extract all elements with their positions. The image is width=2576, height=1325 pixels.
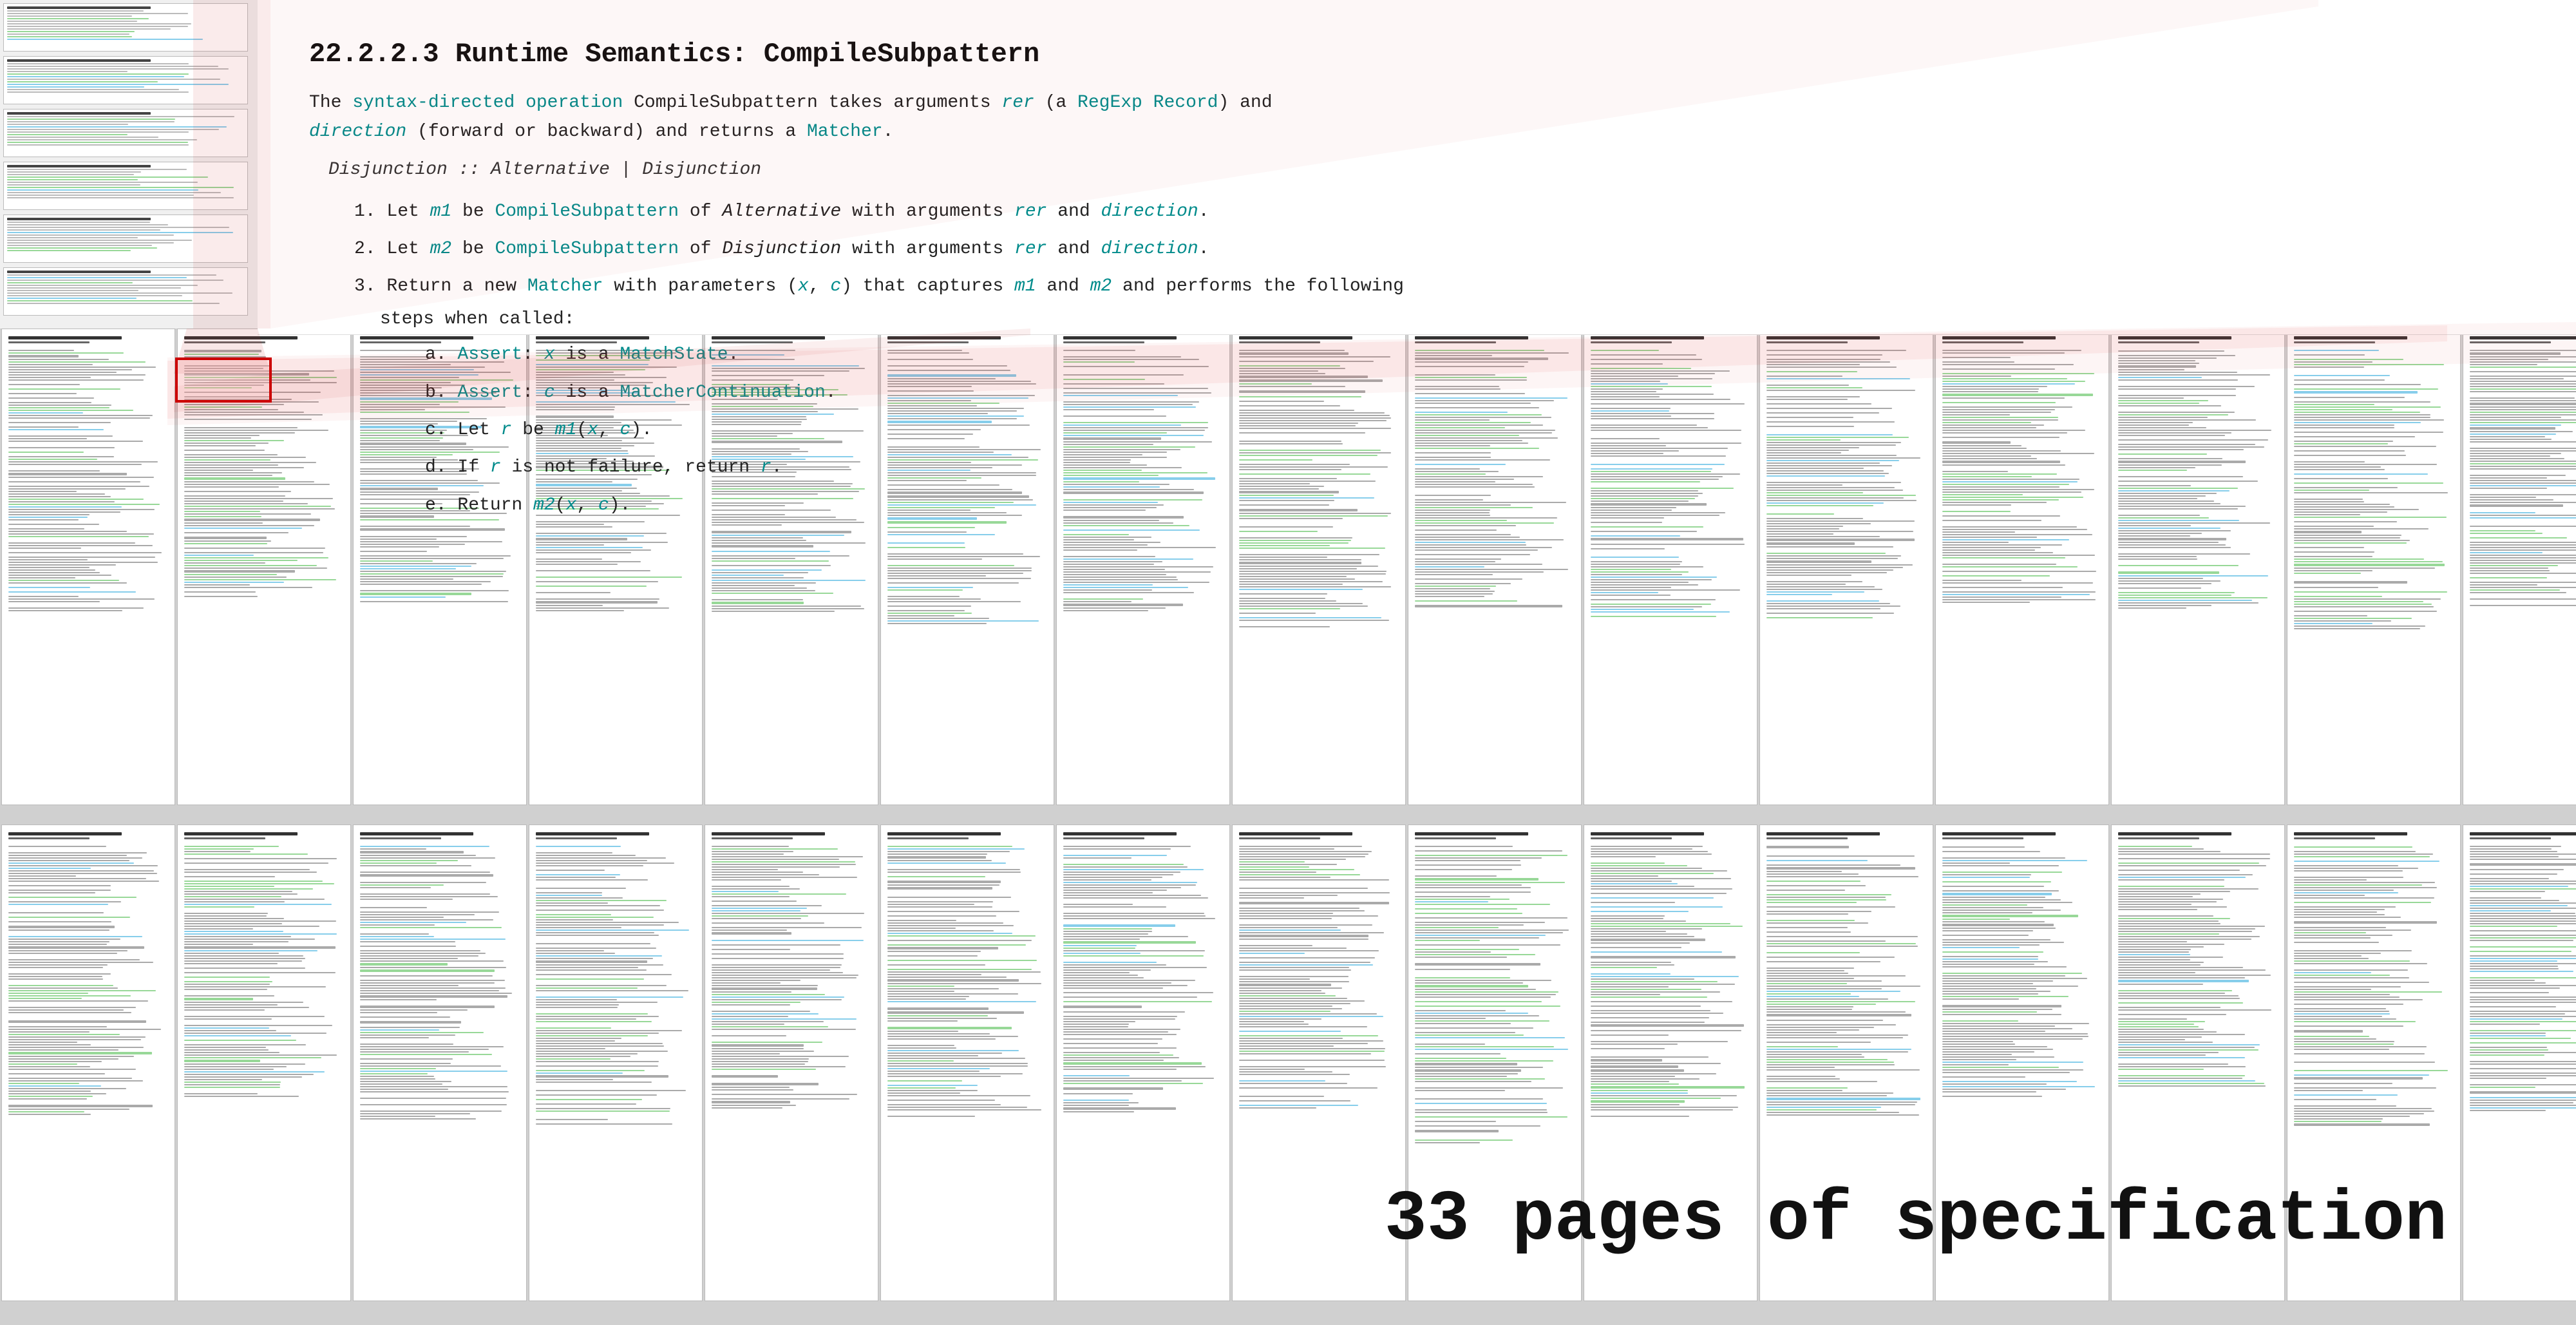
- sidebar-page-thumb: [3, 109, 248, 157]
- page-thumb: [2463, 825, 2576, 1301]
- page-thumb: [705, 825, 878, 1301]
- intro-text3: (a: [1034, 93, 1077, 113]
- pages-count-label: 33 pages of specification: [1385, 1180, 2447, 1261]
- sdo-link: syntax-directed operation: [352, 93, 623, 113]
- sidebar-page-thumb: [3, 3, 248, 52]
- intro-paragraph: The syntax-directed operation CompileSub…: [309, 89, 2524, 147]
- step-2: 2. Let m2 be CompileSubpattern of Disjun…: [328, 233, 2524, 265]
- page-thumb: [529, 825, 703, 1301]
- main-spec-content: 22.2.2.3 Runtime Semantics: CompileSubpa…: [258, 0, 2576, 335]
- sidebar-page-thumb: [3, 56, 248, 104]
- step-1: 1. Let m1 be CompileSubpattern of Altern…: [328, 196, 2524, 228]
- intro-text4: ) and: [1218, 93, 1272, 113]
- grammar-rule: Disjunction :: Alternative | Disjunction: [328, 160, 2524, 180]
- rer-param: rer: [1001, 93, 1034, 113]
- substep-b: b. Assert: c is a MatcherContinuation.: [393, 377, 2524, 409]
- steps-list: 1. Let m1 be CompileSubpattern of Altern…: [328, 196, 2524, 522]
- page-thumb: [1, 825, 175, 1301]
- sidebar-page-thumb: [3, 214, 248, 263]
- intro-text2: CompileSubpattern takes arguments: [623, 93, 1001, 113]
- page-thumb: [1056, 825, 1230, 1301]
- page-thumb: [1, 329, 175, 805]
- highlight-box: [175, 357, 272, 403]
- step-3: 3. Return a new Matcher with parameters …: [328, 271, 2524, 522]
- substep-d: d. If r is not failure, return r.: [393, 452, 2524, 484]
- intro-text5: (forward or backward) and returns a: [406, 122, 807, 142]
- sidebar-page-thumb: [3, 162, 248, 210]
- page-thumb: [880, 825, 1054, 1301]
- substep-c: c. Let r be m1(x, c).: [393, 414, 2524, 446]
- matcher-link: Matcher: [807, 122, 883, 142]
- substep-e: e. Return m2(x, c).: [393, 490, 2524, 522]
- page-thumb: [353, 825, 527, 1301]
- intro-text6: .: [883, 122, 894, 142]
- page-thumb: [177, 825, 351, 1301]
- page-thumb: [1232, 825, 1406, 1301]
- regexp-record-link: RegExp Record: [1077, 93, 1218, 113]
- section-title: 22.2.2.3 Runtime Semantics: CompileSubpa…: [309, 39, 2524, 70]
- substep-a: a. Assert: x is a MatchState.: [393, 339, 2524, 371]
- intro-text1: The: [309, 93, 352, 113]
- direction-param: direction: [309, 122, 406, 142]
- left-sidebar-pages: [0, 0, 258, 329]
- sidebar-page-thumb: [3, 267, 248, 316]
- sub-steps: a. Assert: x is a MatchState. b. Assert:…: [393, 339, 2524, 522]
